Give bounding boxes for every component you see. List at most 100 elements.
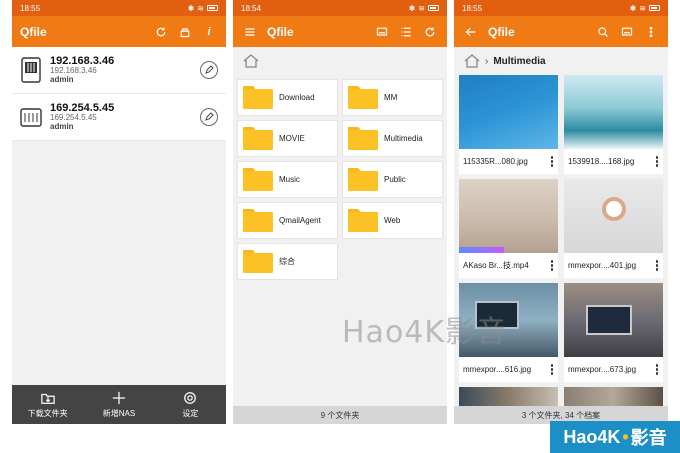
media-filename: 115335R...080.jpg (463, 157, 528, 166)
edit-pencil-icon[interactable] (200, 61, 218, 79)
folder-item[interactable]: Multimedia (342, 120, 443, 157)
media-item[interactable]: 115335R...080.jpg (459, 75, 558, 174)
media-grid: 115335R...080.jpg 1539918....168.jpg AKa… (454, 75, 668, 411)
more-options-icon[interactable] (654, 260, 660, 271)
bluetooth-icon: ✱ (629, 3, 637, 13)
media-thumbnail (564, 75, 663, 149)
refresh-icon[interactable] (421, 23, 439, 41)
edit-pencil-icon[interactable] (200, 108, 218, 126)
media-thumbnail (564, 283, 663, 357)
more-options-icon[interactable] (549, 364, 555, 375)
folder-item[interactable]: Public (342, 161, 443, 198)
nav-settings[interactable]: 设定 (155, 385, 226, 424)
folder-item[interactable]: 综合 (237, 243, 338, 280)
folder-item[interactable]: Download (237, 79, 338, 116)
overflow-menu-icon[interactable] (642, 23, 660, 41)
app-title: Qfile (488, 24, 515, 39)
bluetooth-icon: ✱ (408, 3, 416, 13)
nav-download-folder[interactable]: 下载文件夹 (12, 385, 83, 424)
nav-add-nas[interactable]: 新增NAS (83, 385, 154, 424)
status-bar: 18:55 ✱ ≋ (12, 0, 226, 16)
breadcrumb-current[interactable]: Multimedia (493, 56, 545, 67)
media-filename: AKaso Br...技.mp4 (463, 261, 529, 270)
cast-icon[interactable] (373, 23, 391, 41)
status-time: 18:55 (462, 3, 483, 13)
nas-device-icon (20, 108, 42, 127)
nav-label: 新增NAS (102, 408, 136, 418)
list-view-icon[interactable] (397, 23, 415, 41)
folder-icon (348, 168, 378, 191)
more-options-icon[interactable] (549, 156, 555, 167)
info-icon[interactable]: i (200, 23, 218, 41)
phone-folder-view: 18:54 ✱ ≋ Qfile Download MM MOVIE Multim… (233, 0, 447, 424)
more-options-icon[interactable] (549, 260, 555, 271)
breadcrumb (233, 47, 447, 75)
nas-item[interactable]: 169.254.5.45 169.254.5.45 admin (12, 94, 226, 141)
cast-icon[interactable] (618, 23, 636, 41)
folder-icon (243, 86, 273, 109)
folder-item[interactable]: Music (237, 161, 338, 198)
bottom-nav: 下载文件夹 新增NAS 设定 (12, 385, 226, 424)
media-item[interactable]: AKaso Br...技.mp4 (459, 179, 558, 278)
badge-dot: • (622, 426, 629, 447)
nas-list: 192.168.3.46 192.168.3.46 admin 169.254.… (12, 47, 226, 141)
folder-item[interactable]: Web (342, 202, 443, 239)
folder-name: QmailAgent (279, 216, 321, 225)
app-bar: Qfile (233, 16, 447, 47)
status-time: 18:55 (20, 3, 41, 13)
folder-name: 综合 (279, 257, 295, 266)
folder-name: MM (384, 93, 398, 102)
gear-icon (184, 391, 197, 404)
media-item[interactable]: mmexpor....673.jpg (564, 283, 663, 382)
folder-item[interactable]: QmailAgent (237, 202, 338, 239)
folder-name: Music (279, 175, 300, 184)
media-filename: mmexpor....616.jpg (463, 365, 532, 374)
phone-nas-list: 18:55 ✱ ≋ Qfile i 192.168.3.46 192.168.3… (12, 0, 226, 424)
back-arrow-icon[interactable] (462, 23, 480, 41)
status-icons: ✱ ≋ (409, 4, 439, 13)
search-icon[interactable] (594, 23, 612, 41)
screenshot-canvas: 18:55 ✱ ≋ Qfile i 192.168.3.46 192.168.3… (0, 0, 680, 453)
download-folder-icon (40, 393, 55, 404)
more-options-icon[interactable] (654, 156, 660, 167)
app-title: Qfile (20, 24, 47, 39)
folder-icon (243, 209, 273, 232)
wifi-icon: ≋ (639, 3, 646, 13)
battery-icon (207, 5, 218, 11)
media-filename: 1539918....168.jpg (568, 157, 635, 166)
nas-user: admin (50, 75, 74, 85)
nas-scan-icon[interactable] (176, 23, 194, 41)
folder-icon (243, 168, 273, 191)
folder-item[interactable]: MOVIE (237, 120, 338, 157)
folder-item[interactable]: MM (342, 79, 443, 116)
media-thumbnail (459, 75, 558, 149)
folder-grid: Download MM MOVIE Multimedia Music Publi… (233, 75, 447, 284)
home-icon[interactable] (243, 54, 259, 68)
phone-multimedia-view: 18:55 ✱ ≋ Qfile › Multimedia 115335R...0… (454, 0, 668, 424)
folder-name: Multimedia (384, 134, 423, 143)
menu-icon[interactable] (241, 23, 259, 41)
folder-icon (348, 209, 378, 232)
plus-icon (112, 391, 126, 404)
media-thumbnail (459, 179, 558, 253)
more-options-icon[interactable] (654, 364, 660, 375)
chevron-right-icon: › (485, 55, 489, 67)
status-bar: 18:55 ✱ ≋ (454, 0, 668, 16)
app-title: Qfile (267, 24, 294, 39)
wifi-icon: ≋ (197, 3, 204, 13)
battery-icon (649, 5, 660, 11)
folder-icon (348, 86, 378, 109)
media-item[interactable]: 1539918....168.jpg (564, 75, 663, 174)
bluetooth-icon: ✱ (187, 3, 195, 13)
home-icon[interactable] (464, 54, 480, 68)
app-bar: Qfile i (12, 16, 226, 47)
folder-name: MOVIE (279, 134, 305, 143)
media-item[interactable]: mmexpor....401.jpg (564, 179, 663, 278)
folder-name: Download (279, 93, 315, 102)
folder-name: Web (384, 216, 401, 225)
nas-item[interactable]: 192.168.3.46 192.168.3.46 admin (12, 47, 226, 94)
watermark-text: Hao4K影音 (342, 315, 508, 350)
badge-left: Hao4K (563, 426, 621, 447)
battery-icon (428, 5, 439, 11)
refresh-icon[interactable] (152, 23, 170, 41)
